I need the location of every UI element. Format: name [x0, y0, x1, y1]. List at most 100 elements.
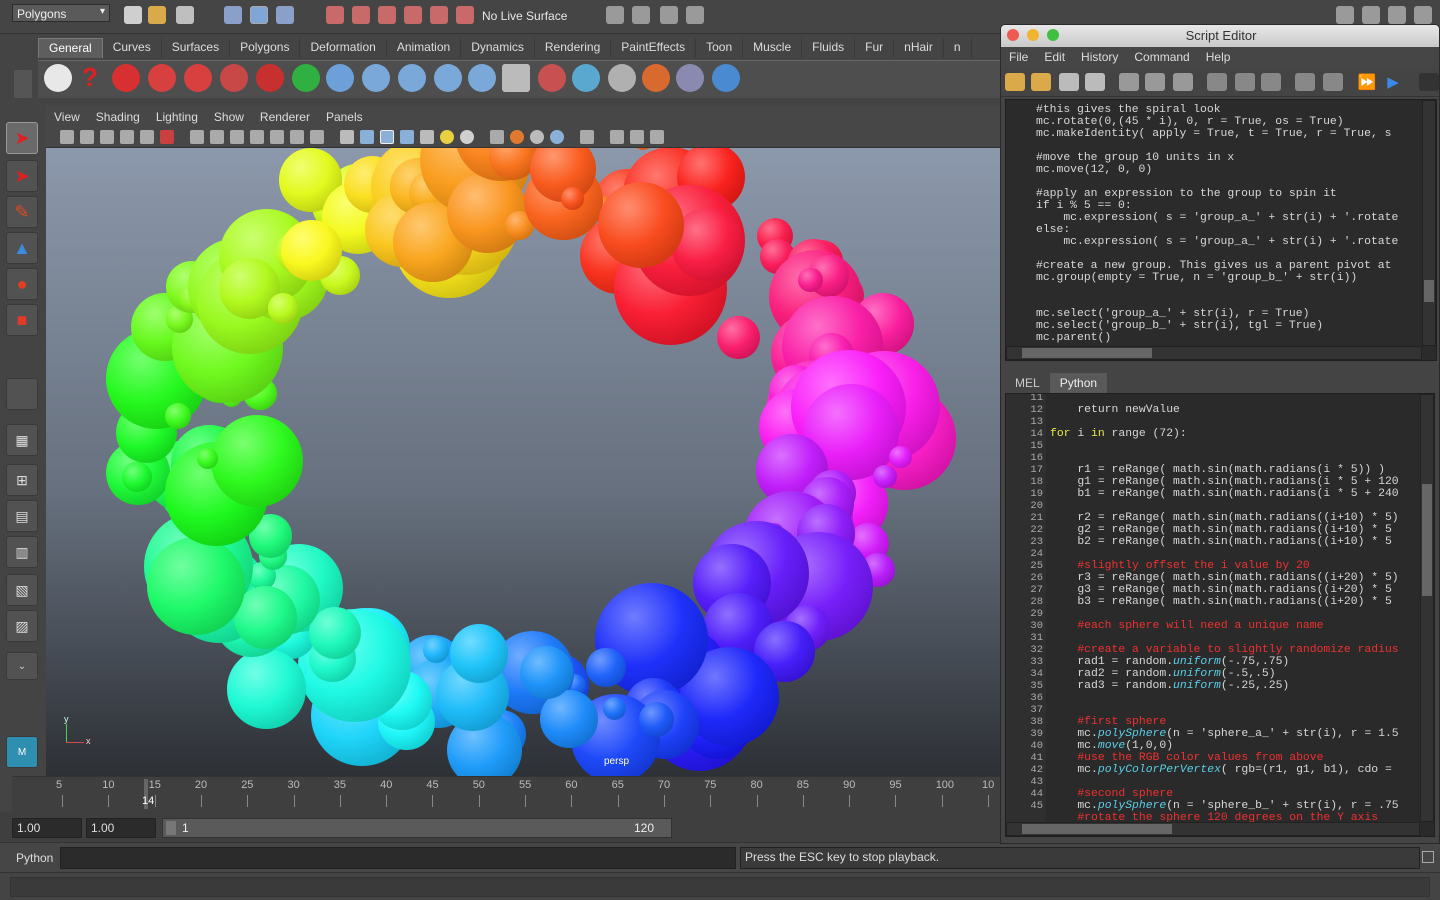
python-input-pane[interactable]: 11 12 13 14 15 16 17 18 19 20 21 22 23 24 25 26 27 28 29 30…: [1005, 393, 1435, 837]
shelf-tool-8-icon[interactable]: [362, 64, 390, 92]
shelf-menu-icon[interactable]: [14, 70, 32, 98]
shelf-tab-polygons[interactable]: Polygons: [230, 38, 301, 58]
smooth-shade-icon[interactable]: [360, 130, 374, 144]
wireframe-on-shaded-icon[interactable]: [380, 130, 394, 144]
shelf-tab-general[interactable]: General: [38, 38, 103, 58]
shelf-tool-18-icon[interactable]: [712, 64, 740, 92]
shelf-tab-painteffects[interactable]: PaintEffects: [611, 38, 697, 58]
shelf-tab-toon[interactable]: Toon: [696, 38, 744, 58]
tab-mel[interactable]: MEL: [1005, 373, 1050, 393]
wireframe-icon[interactable]: [340, 130, 354, 144]
shelf-tab-nhair[interactable]: nHair: [894, 38, 944, 58]
render-icon[interactable]: [632, 6, 650, 24]
playback-start-field[interactable]: 1.00: [86, 818, 156, 838]
isolate-select-icon[interactable]: [610, 130, 624, 144]
ambient-occlusion-icon[interactable]: [510, 130, 524, 144]
magnet-icon[interactable]: [456, 6, 474, 24]
editor-vscroll-thumb[interactable]: [1422, 484, 1432, 596]
command-input[interactable]: [60, 847, 736, 869]
grease-pencil-icon[interactable]: [140, 130, 154, 144]
scale-tool-icon[interactable]: ■: [6, 304, 38, 336]
se-menu-command[interactable]: Command: [1126, 47, 1197, 67]
python-code[interactable]: return newValue for i in range (72): r1 =…: [1050, 394, 1399, 836]
shelf-tool-7-icon[interactable]: [326, 64, 354, 92]
shelf-tool-9-icon[interactable]: [398, 64, 426, 92]
history-vscroll-thumb[interactable]: [1424, 280, 1434, 302]
execute-all-icon[interactable]: ⏩: [1357, 73, 1377, 91]
time-slider[interactable]: 5 10 15 20 25 30 35 40 45 50 55 60 65 70 75 80 85 90 95 100…: [12, 776, 1000, 812]
channel-box-icon[interactable]: [1336, 6, 1354, 24]
shelf-tab-more[interactable]: n: [944, 38, 972, 58]
shelf-tool-16-icon[interactable]: [642, 64, 670, 92]
viewport-menu-view[interactable]: View: [46, 106, 88, 128]
bookmark-icon[interactable]: [100, 130, 114, 144]
shelf-tool-6-icon[interactable]: [292, 64, 320, 92]
shelf-tab-surfaces[interactable]: Surfaces: [162, 38, 231, 58]
shelf-tab-animation[interactable]: Animation: [387, 38, 462, 58]
depth-of-field-icon[interactable]: [580, 130, 594, 144]
search-icon[interactable]: [1419, 73, 1439, 91]
open-scene-icon[interactable]: [148, 6, 166, 24]
shelf-tool-11-icon[interactable]: [468, 64, 496, 92]
layout-custom-icon[interactable]: ▨: [6, 610, 38, 642]
viewport-menu-shading[interactable]: Shading: [88, 106, 148, 128]
start-time-field[interactable]: 1.00: [12, 818, 82, 838]
shelf-tool-12-icon[interactable]: [502, 64, 530, 92]
last-tool-icon[interactable]: [6, 378, 38, 410]
snap-grid-icon[interactable]: [326, 6, 344, 24]
viewport-menu-panels[interactable]: Panels: [318, 106, 371, 128]
snap-surface-icon[interactable]: [430, 6, 448, 24]
layout-four-icon[interactable]: ⊞: [6, 464, 38, 496]
se-menu-file[interactable]: File: [1001, 47, 1036, 67]
viewport-menu-renderer[interactable]: Renderer: [252, 106, 318, 128]
range-start-handle[interactable]: [166, 821, 176, 835]
layer-editor-icon[interactable]: [1414, 6, 1432, 24]
field-chart-icon[interactable]: [270, 130, 284, 144]
menu-set-dropdown[interactable]: Polygons ▾: [12, 4, 110, 22]
editor-hscroll-thumb[interactable]: [1022, 824, 1172, 834]
snap-view-icon[interactable]: [404, 6, 422, 24]
viewport-scene[interactable]: persp y x: [46, 148, 1000, 776]
render-settings-icon[interactable]: [686, 6, 704, 24]
shelf-tool-2-icon[interactable]: [148, 64, 176, 92]
x-ray-joints-icon[interactable]: [650, 130, 664, 144]
shelf-tool-1-icon[interactable]: [112, 64, 140, 92]
range-slider-bar[interactable]: [162, 818, 672, 838]
shelf-tool-17-icon[interactable]: [676, 64, 704, 92]
layout-hypershade-icon[interactable]: ▧: [6, 574, 38, 606]
load-script-icon[interactable]: [1005, 73, 1025, 91]
clear-all-icon[interactable]: [1173, 73, 1193, 91]
gate-mask-icon[interactable]: [250, 130, 264, 144]
tab-python[interactable]: Python: [1049, 373, 1108, 393]
se-menu-edit[interactable]: Edit: [1036, 47, 1073, 67]
film-gate-icon[interactable]: [210, 130, 224, 144]
use-default-light-icon[interactable]: [440, 130, 454, 144]
layout-graph-icon[interactable]: ▥: [6, 536, 38, 568]
select-tool-icon[interactable]: ➤: [6, 122, 38, 154]
command-language-label[interactable]: Python: [16, 851, 53, 865]
shelf-tab-muscle[interactable]: Muscle: [743, 38, 803, 58]
line-numbers-icon[interactable]: [1323, 73, 1343, 91]
checker-icon[interactable]: [420, 130, 434, 144]
select-component-icon[interactable]: [276, 6, 294, 24]
resolution-gate-icon[interactable]: [230, 130, 244, 144]
history-pane[interactable]: #this gives the spiral look mc.rotate(0,(…: [1005, 99, 1437, 361]
shelf-tab-dynamics[interactable]: Dynamics: [461, 38, 535, 58]
safe-title-icon[interactable]: [310, 130, 324, 144]
layout-single-icon[interactable]: ▦: [6, 424, 38, 456]
hypershade-icon[interactable]: [44, 64, 72, 92]
show-history-icon[interactable]: [1207, 73, 1227, 91]
new-scene-icon[interactable]: [124, 6, 142, 24]
grid-icon[interactable]: [190, 130, 204, 144]
camera-attributes-icon[interactable]: [80, 130, 94, 144]
editor-vscroll[interactable]: [1420, 394, 1434, 822]
x-ray-icon[interactable]: [630, 130, 644, 144]
snap-curve-icon[interactable]: [352, 6, 370, 24]
script-editor-icon[interactable]: [1422, 851, 1434, 863]
viewport-panel[interactable]: View Shading Lighting Show Renderer Pane…: [46, 106, 1000, 776]
shelf-tool-5-icon[interactable]: [256, 64, 284, 92]
shelf-tool-14-icon[interactable]: [572, 64, 600, 92]
shelf-tab-curves[interactable]: Curves: [103, 38, 162, 58]
window-close-icon[interactable]: [1007, 29, 1019, 41]
window-zoom-icon[interactable]: [1047, 29, 1059, 41]
